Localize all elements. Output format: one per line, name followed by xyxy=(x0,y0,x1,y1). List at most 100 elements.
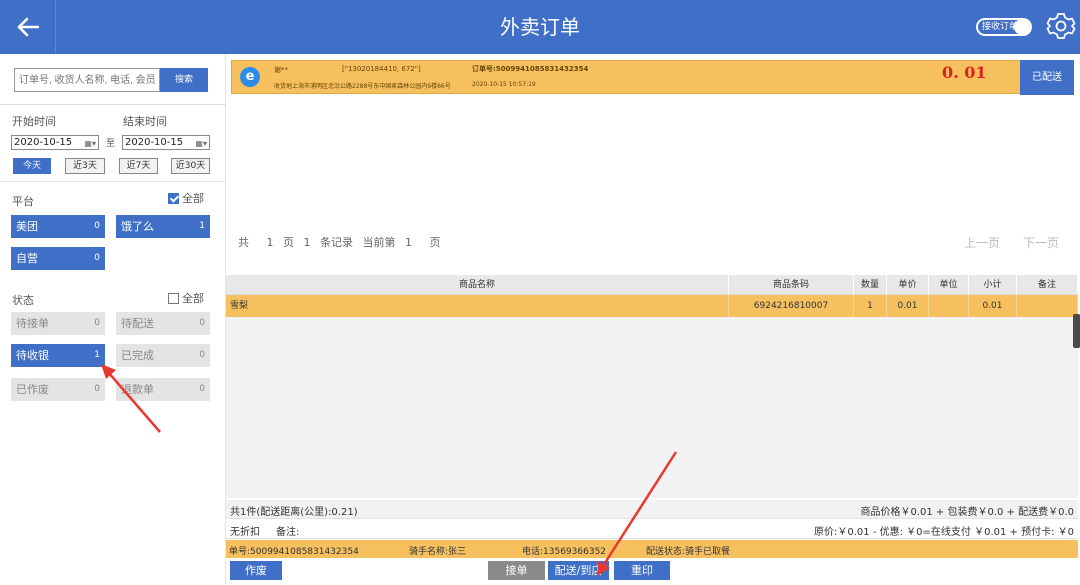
divider xyxy=(0,181,226,182)
scroll-handle[interactable] xyxy=(1073,314,1080,348)
end-date-value: 2020-10-15 xyxy=(125,137,184,148)
reprint-button[interactable]: 重印 xyxy=(614,561,670,580)
platform-tile-meituan[interactable]: 美团 0 xyxy=(11,215,105,238)
receive-orders-toggle[interactable]: 接收订单 xyxy=(976,18,1032,36)
tile-label: 美团 xyxy=(16,220,38,233)
tile-label: 待配送 xyxy=(121,317,154,330)
pager-records: 1 xyxy=(303,236,311,249)
pagination-info: 共 1 页 1 条记录 当前第 1 页 xyxy=(238,234,447,250)
platform-label: 平台 xyxy=(12,195,34,208)
end-date-picker[interactable]: 2020-10-15 ▦▾ xyxy=(122,135,210,150)
filter-sidebar: 搜索 开始时间 结束时间 2020-10-15 ▦▾ 至 2020-10-15 ▦▾… xyxy=(0,54,226,585)
void-button[interactable]: 作废 xyxy=(230,561,282,580)
order-address: 收货地上海市浦明区北沿公路2288号东中国家森林公园内9楼66号 xyxy=(274,83,451,90)
end-time-label: 结束时间 xyxy=(123,115,167,128)
platform-tile-self[interactable]: 自营 0 xyxy=(11,247,105,270)
col-header-unit: 单位 xyxy=(929,275,969,294)
start-time-label: 开始时间 xyxy=(12,115,56,128)
start-date-picker[interactable]: 2020-10-15 ▦▾ xyxy=(11,135,99,150)
col-header-barcode: 商品条码 xyxy=(729,275,854,294)
calendar-icon: ▦▾ xyxy=(195,139,207,148)
col-header-name: 商品名称 xyxy=(226,275,729,294)
col-header-remark: 备注 xyxy=(1017,275,1078,294)
accept-button[interactable]: 接单 xyxy=(488,561,545,580)
deliver-button[interactable]: 配送/到店 xyxy=(548,561,609,580)
col-header-subtotal: 小计 xyxy=(969,275,1017,294)
tile-count: 0 xyxy=(94,253,100,263)
col-header-qty: 数量 xyxy=(854,275,887,294)
info-order-no: 单号:5009941085831432354 xyxy=(229,547,359,557)
platform-tile-eleme[interactable]: 饿了么 1 xyxy=(116,215,210,238)
tile-count: 0 xyxy=(94,318,100,328)
range-3days-button[interactable]: 近3天 xyxy=(65,158,105,174)
col-header-price: 单价 xyxy=(887,275,929,294)
delivered-status-button[interactable]: 已配送 xyxy=(1020,60,1074,95)
tile-count: 0 xyxy=(94,384,100,394)
status-tile-voided[interactable]: 已作废 0 xyxy=(11,378,105,401)
table-row[interactable]: 雪梨 6924216810007 1 0.01 0.01 xyxy=(226,295,1078,317)
info-phone: 电话:13569366352 xyxy=(522,547,607,557)
status-tile-completed[interactable]: 已完成 0 xyxy=(116,344,210,367)
top-bar: 外卖订单 接收订单 xyxy=(0,0,1080,54)
tile-count: 0 xyxy=(199,350,205,360)
tile-label: 退款单 xyxy=(121,383,154,396)
platform-all-checkbox[interactable]: 全部 xyxy=(168,190,204,206)
order-time: 2020-10-15 10:57:19 xyxy=(472,81,536,88)
status-tile-refunded[interactable]: 退款单 0 xyxy=(116,378,210,401)
pager-current-unit: 页 xyxy=(429,236,441,249)
prev-page-button[interactable]: 上一页 xyxy=(964,234,1000,251)
pager-pages: 1 xyxy=(266,236,274,249)
status-tile-pending-accept[interactable]: 待接单 0 xyxy=(11,312,105,335)
pager-current-label: 当前第 xyxy=(362,236,396,249)
summary-row-2: 无折扣 备注: 原价:￥0.01 - 优惠: ￥0=在线支付 ￥0.01 + 预… xyxy=(226,520,1078,539)
pager-pages-unit: 页 xyxy=(283,236,294,249)
range-today-button[interactable]: 今天 xyxy=(13,158,51,174)
table-body xyxy=(226,317,1078,498)
item-count-distance: 共1件(配送距离(公里):0.21) xyxy=(230,507,358,518)
delivery-info-row: 单号:5009941085831432354 骑手名称:张三 电话:135693… xyxy=(226,540,1078,558)
cell-remark xyxy=(1017,295,1078,317)
next-page-button[interactable]: 下一页 xyxy=(1023,234,1059,251)
arrow-left-icon xyxy=(17,17,39,37)
date-separator: 至 xyxy=(106,139,116,149)
eleme-logo-icon: e xyxy=(240,67,260,87)
checkbox-checked-icon xyxy=(168,192,179,204)
range-7days-button[interactable]: 近7天 xyxy=(119,158,158,174)
order-phones: ["13020184410, 672"] xyxy=(342,65,421,73)
order-card[interactable]: e 谢** ["13020184410, 672"] 订单号:500994108… xyxy=(231,60,1074,95)
price-breakdown: 商品价格￥0.01 + 包装费￥0.0 + 配送费￥0.0 xyxy=(860,507,1074,518)
search-button[interactable]: 搜索 xyxy=(160,68,208,92)
order-number: 订单号:5009941085831432354 xyxy=(472,65,589,73)
tile-label: 待接单 xyxy=(16,317,49,330)
back-button[interactable] xyxy=(0,0,56,54)
tile-count: 1 xyxy=(199,221,205,231)
calendar-icon: ▦▾ xyxy=(84,139,96,148)
cell-name: 雪梨 xyxy=(226,295,729,317)
gear-icon[interactable] xyxy=(1046,10,1076,42)
pager-records-unit: 条记录 xyxy=(320,236,353,249)
divider xyxy=(0,104,226,105)
discount-text: 无折扣 xyxy=(230,527,260,538)
range-30days-button[interactable]: 近30天 xyxy=(171,158,210,174)
cell-unit xyxy=(929,295,969,317)
order-price: 0. 01 xyxy=(942,63,987,82)
tile-label: 待收银 xyxy=(16,349,49,362)
status-label: 状态 xyxy=(12,294,34,307)
status-tile-pending-delivery[interactable]: 待配送 0 xyxy=(116,312,210,335)
cell-barcode: 6924216810007 xyxy=(729,295,854,317)
tile-label: 饿了么 xyxy=(121,220,154,233)
status-tile-pending-checkout[interactable]: 待收银 1 xyxy=(11,344,105,367)
search-input[interactable] xyxy=(14,68,160,92)
pager-total-prefix: 共 xyxy=(238,236,249,249)
cell-qty: 1 xyxy=(854,295,887,317)
platform-all-label: 全部 xyxy=(182,192,204,205)
cell-subtotal: 0.01 xyxy=(969,295,1017,317)
order-customer: 谢** xyxy=(274,66,288,74)
pager-current: 1 xyxy=(405,236,412,249)
payment-summary: 原价:￥0.01 - 优惠: ￥0=在线支付 ￥0.01 + 预付卡: ￥0 xyxy=(814,527,1074,538)
note-label: 备注: xyxy=(276,527,300,538)
status-all-checkbox[interactable]: 全部 xyxy=(168,290,204,306)
cell-price: 0.01 xyxy=(887,295,929,317)
tile-label: 已作废 xyxy=(16,383,49,396)
goods-table: 商品名称 商品条码 数量 单价 单位 小计 备注 雪梨 692421681000… xyxy=(226,275,1078,317)
